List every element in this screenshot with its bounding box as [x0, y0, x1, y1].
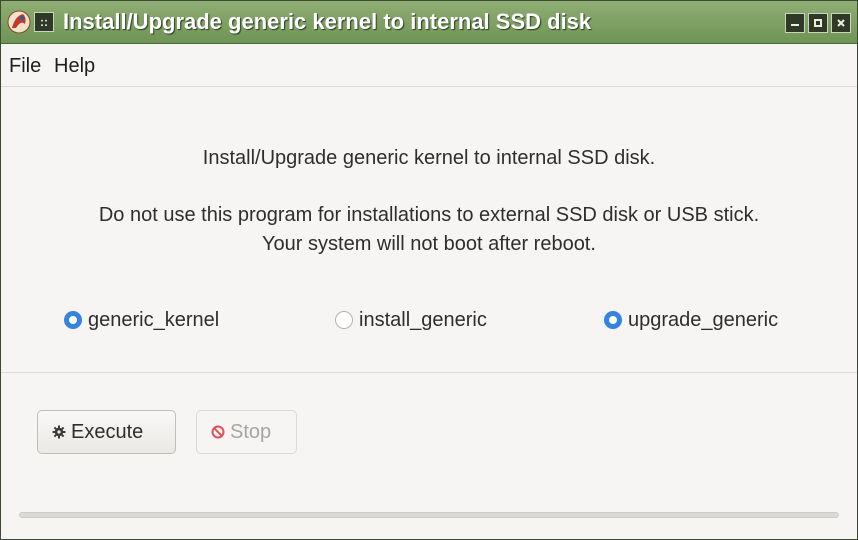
stop-icon [211, 425, 225, 439]
radio-install-generic[interactable]: install_generic [335, 303, 487, 337]
app-window: :: Install/Upgrade generic kernel to int… [0, 0, 858, 540]
stop-button-label: Stop [230, 420, 272, 443]
menu-file[interactable]: File [9, 55, 41, 78]
execute-button-label: Execute [71, 420, 144, 443]
window-menu-button[interactable]: :: [34, 12, 54, 32]
warning-text-line2: Your system will not boot after reboot. [262, 233, 596, 255]
radio-indicator-upgrade-generic[interactable] [604, 311, 622, 329]
radio-indicator-install-generic[interactable] [335, 311, 353, 329]
menu-bar: File Help [1, 44, 857, 87]
maximize-icon [814, 19, 822, 27]
radio-upgrade-generic[interactable]: upgrade_generic [604, 303, 778, 337]
gear-icon [52, 425, 66, 439]
maximize-button[interactable] [808, 13, 828, 33]
radio-label-generic-kernel: generic_kernel [88, 308, 220, 331]
execute-button[interactable]: Execute [37, 410, 176, 454]
app-icon [7, 10, 31, 34]
stop-button[interactable]: Stop [196, 410, 297, 454]
separator [1, 372, 857, 373]
minimize-icon [791, 24, 799, 26]
radio-label-upgrade-generic: upgrade_generic [628, 308, 779, 331]
radio-indicator-generic-kernel[interactable] [64, 311, 82, 329]
window-title: Install/Upgrade generic kernel to intern… [63, 9, 592, 34]
radio-label-install-generic: install_generic [359, 308, 487, 331]
heading-text: Install/Upgrade generic kernel to intern… [202, 147, 656, 169]
close-icon [837, 19, 845, 27]
menu-help[interactable]: Help [54, 55, 95, 78]
title-bar[interactable]: :: Install/Upgrade generic kernel to int… [1, 1, 857, 44]
minimize-button[interactable] [785, 13, 805, 33]
radio-generic-kernel[interactable]: generic_kernel [64, 303, 219, 337]
warning-text-line1: Do not use this program for installation… [98, 204, 760, 226]
close-button[interactable] [831, 13, 851, 33]
progress-bar [19, 512, 839, 518]
